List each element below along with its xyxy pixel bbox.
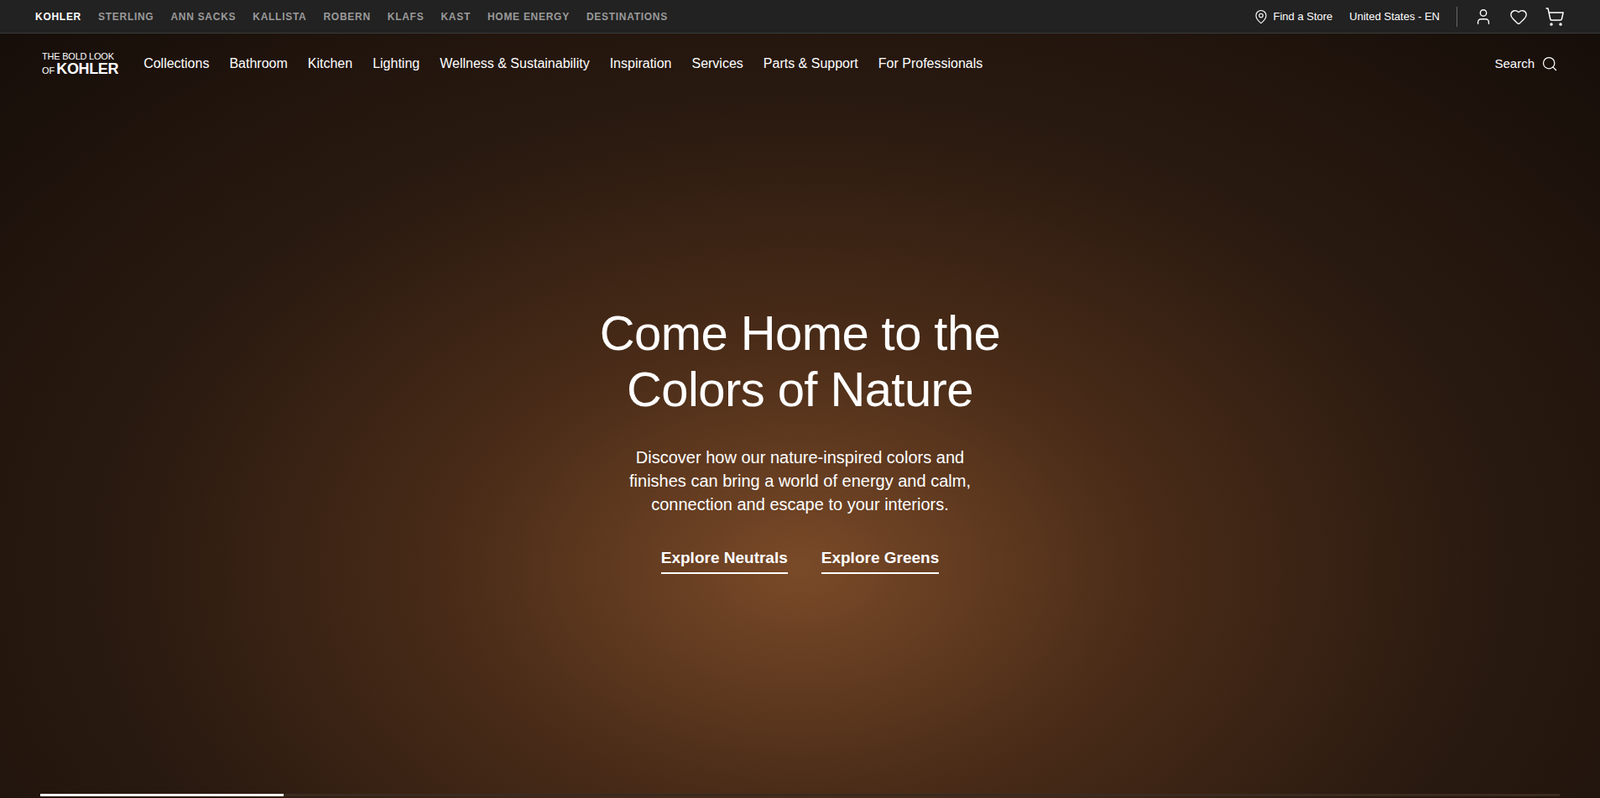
carousel-progress-fill <box>40 793 284 797</box>
nav-item[interactable]: Wellness & Sustainability <box>439 53 589 74</box>
brand-link[interactable]: KOHLER <box>35 9 82 25</box>
brand-bar: KOHLER STERLING ANN SACKS KALLISTA ROBERN KLA… <box>0 0 1600 34</box>
page: KOHLER STERLING ANN SACKS KALLISTA ROBERN KLA… <box>0 0 1600 798</box>
utility-links: Find a Store United States - EN <box>1253 6 1565 27</box>
nav-item[interactable]: Lighting <box>372 53 420 74</box>
map-pin-icon <box>1253 9 1269 25</box>
find-store-link[interactable]: Find a Store <box>1253 8 1334 26</box>
brand-link[interactable]: ROBERN <box>323 9 371 25</box>
brand-link[interactable]: ANN SACKS <box>170 9 236 25</box>
brand-link[interactable]: HOME ENERGY <box>487 9 570 25</box>
cart-icon[interactable] <box>1544 6 1565 27</box>
locale-selector[interactable]: United States - EN <box>1349 8 1440 26</box>
hero-link[interactable]: Explore Greens <box>821 546 939 574</box>
search-button[interactable]: Search <box>1494 54 1559 74</box>
hero-link[interactable]: Explore Neutrals <box>661 546 788 574</box>
account-icon[interactable] <box>1474 7 1493 27</box>
logo[interactable]: THE BOLD LOOKOFKOHLER <box>41 52 119 77</box>
nav-item[interactable]: Collections <box>143 53 209 74</box>
brand-link[interactable]: DESTINATIONS <box>586 9 668 25</box>
hero-content: Come Home to the Colors of Nature Discove… <box>0 85 1600 794</box>
carousel-progress <box>40 793 1560 797</box>
brand-link[interactable]: STERLING <box>98 9 154 25</box>
nav-item[interactable]: Bathroom <box>229 53 287 74</box>
divider <box>1456 6 1458 27</box>
brand-link[interactable]: KAST <box>440 9 471 25</box>
nav-item[interactable]: Inspiration <box>609 53 673 74</box>
brand-link[interactable]: KLAFS <box>387 9 425 25</box>
nav-item[interactable]: For Professionals <box>878 53 984 74</box>
hero: THE BOLD LOOKOFKOHLER Collections Bathroom… <box>0 33 1600 798</box>
nav-item[interactable]: Services <box>691 53 743 74</box>
hero-subtitle: Discover how our nature-inspired colors … <box>620 445 981 516</box>
wishlist-icon[interactable] <box>1509 7 1528 27</box>
brand-list: KOHLER STERLING ANN SACKS KALLISTA ROBERN KLA… <box>35 9 668 25</box>
brand-link[interactable]: KALLISTA <box>252 9 307 25</box>
nav-item[interactable]: Parts & Support <box>763 53 859 74</box>
nav-left: THE BOLD LOOKOFKOHLER Collections Bathroom… <box>41 52 983 77</box>
hero-title: Come Home to the Colors of Nature <box>565 305 1036 417</box>
main-nav: THE BOLD LOOKOFKOHLER Collections Bathroom… <box>0 33 1600 86</box>
nav-item[interactable]: Kitchen <box>307 53 353 74</box>
search-icon <box>1541 55 1559 73</box>
hero-links: Explore Neutrals Explore Greens <box>661 546 939 574</box>
